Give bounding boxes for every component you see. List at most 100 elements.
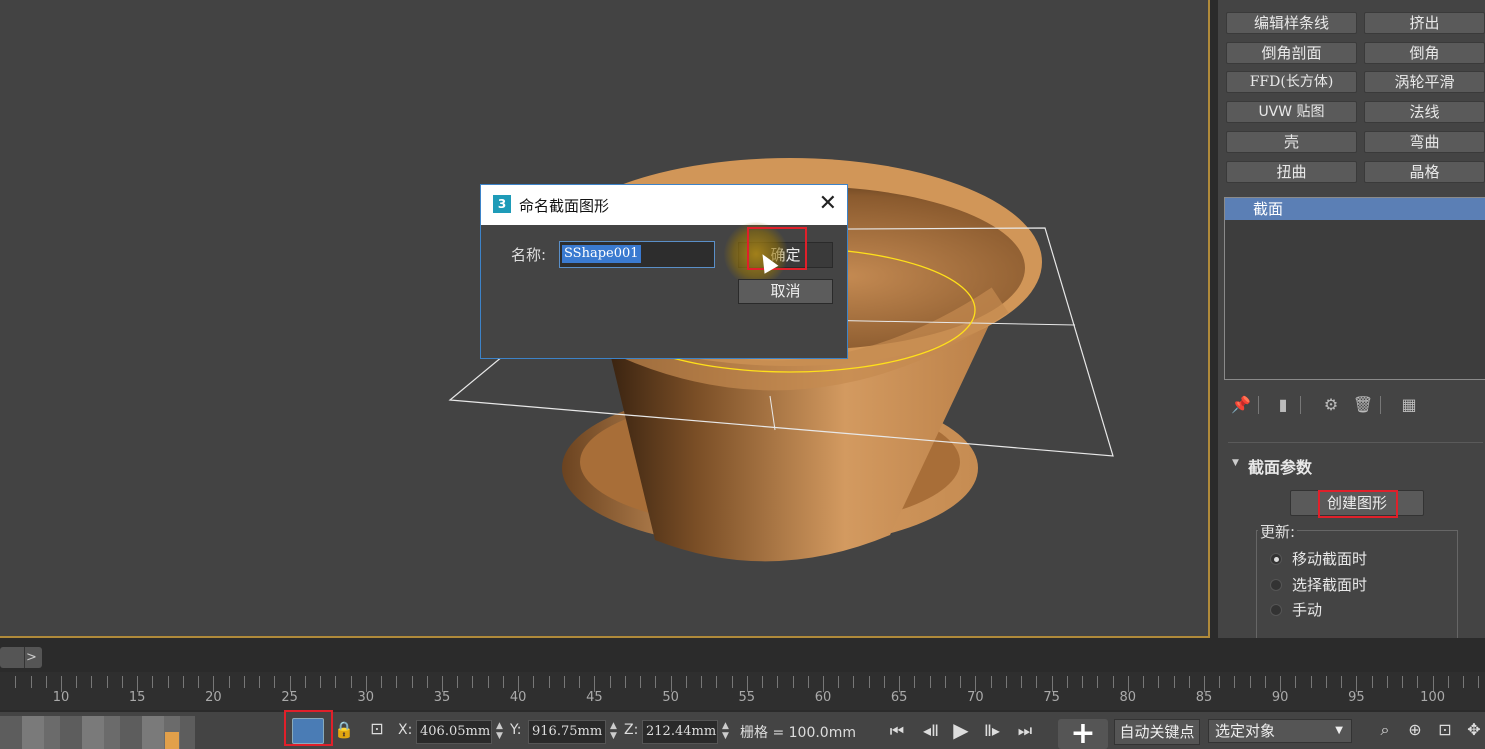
- radio-dot-selected[interactable]: [1270, 553, 1282, 565]
- play-icon[interactable]: ▶: [950, 718, 972, 742]
- timeline-tick: [106, 676, 108, 688]
- zoom-all-icon[interactable]: ⊕: [1404, 720, 1426, 739]
- timeline-tick: [91, 676, 93, 688]
- lock-icon[interactable]: 🔒: [334, 720, 354, 739]
- modifier-bevel-button[interactable]: 倒角: [1364, 42, 1485, 64]
- timeline-tick: [777, 676, 779, 688]
- timeline-tick-label: 60: [814, 690, 832, 705]
- timeline-tick: [411, 676, 413, 688]
- modifier-bend-button[interactable]: 弯曲: [1364, 131, 1485, 153]
- modifier-twist-button[interactable]: 扭曲: [1226, 161, 1357, 183]
- name-input[interactable]: SShape001: [559, 241, 715, 268]
- name-input-value[interactable]: SShape001: [562, 245, 641, 263]
- timeline-tick: [929, 676, 931, 688]
- time-slider-button[interactable]: >: [0, 647, 42, 668]
- zoom-icon[interactable]: ⌕: [1374, 720, 1396, 740]
- timeline-tick: [1402, 676, 1404, 688]
- timeline-tick-label: 25: [281, 690, 298, 705]
- timeline-tick: [807, 676, 809, 688]
- dialog-titlebar[interactable]: 3 命名截面图形 ✕: [481, 185, 847, 225]
- timeline-tick: [426, 676, 428, 688]
- pan-icon[interactable]: ✥: [1464, 720, 1484, 739]
- timeline-tick: [335, 676, 337, 688]
- timeline-tick-label: 15: [128, 690, 146, 705]
- radio-select-section[interactable]: 选择截面时: [1270, 574, 1367, 595]
- app-window: 3 命名截面图形 ✕ 名称: SShape001 确定 取消 编辑样条线 挤出 …: [0, 0, 1485, 749]
- modifier-extrude-button[interactable]: 挤出: [1364, 12, 1485, 34]
- auto-key-button[interactable]: 自动关键点: [1114, 719, 1200, 745]
- timeline-tick: [701, 676, 703, 688]
- timeline-tick: [1082, 676, 1084, 688]
- grid-size-text: 栅格 = 100.0mm: [740, 725, 856, 741]
- stack-item-section[interactable]: 截面: [1225, 198, 1485, 220]
- timeline-tick-label: 95: [1348, 690, 1365, 705]
- modifier-ffd-box-button[interactable]: FFD(长方体): [1226, 71, 1357, 93]
- radio-manual[interactable]: 手动: [1270, 599, 1322, 620]
- timeline-tick: [1036, 676, 1038, 688]
- cancel-button[interactable]: 取消: [738, 279, 833, 304]
- y-coordinate-field[interactable]: 916.75mm: [528, 720, 606, 744]
- modifier-edit-spline-button[interactable]: 编辑样条线: [1226, 12, 1357, 34]
- timeline-tick: [624, 676, 626, 688]
- timeline-tick-label: 35: [433, 690, 451, 705]
- timeline-tick: [1310, 676, 1312, 688]
- remove-modifier-icon[interactable]: 🗑: [1352, 394, 1374, 416]
- timeline-tick: [30, 676, 32, 688]
- timeline-tick: [1325, 676, 1327, 688]
- timeline-tick: [563, 676, 565, 688]
- add-key-icon[interactable]: +: [1058, 719, 1108, 749]
- timeline-tick-label: 50: [662, 690, 679, 705]
- chevron-right-icon[interactable]: >: [24, 647, 38, 668]
- pin-icon[interactable]: 📌: [1230, 394, 1252, 416]
- close-icon[interactable]: ✕: [819, 191, 837, 216]
- timeline-tick: [655, 676, 657, 688]
- timeline-tick: [167, 676, 169, 688]
- timeline-tick: [1417, 676, 1419, 688]
- absolute-mode-icon[interactable]: ⊡: [366, 719, 388, 738]
- y-label: Y:: [510, 722, 522, 738]
- dropdown-value: 选定对象: [1215, 722, 1276, 740]
- modifier-shell-button[interactable]: 壳: [1226, 131, 1357, 153]
- modifier-lattice-button[interactable]: 晶格: [1364, 161, 1485, 183]
- perspective-viewport[interactable]: 3 命名截面图形 ✕ 名称: SShape001 确定 取消: [0, 0, 1210, 638]
- z-spinner[interactable]: ▲ ▼: [722, 721, 729, 741]
- z-coordinate-field[interactable]: 212.44mm: [642, 720, 718, 744]
- timeline-tick: [792, 676, 794, 688]
- timeline-tick: [914, 676, 916, 688]
- modifier-uvw-map-button[interactable]: UVW 贴图: [1226, 101, 1357, 123]
- zoom-extents-icon[interactable]: ⊡: [1434, 720, 1456, 739]
- modifier-bevel-profile-button[interactable]: 倒角剖面: [1226, 42, 1357, 64]
- rollout-section-params[interactable]: 截面参数: [1230, 454, 1312, 478]
- make-unique-icon[interactable]: ⚙: [1320, 394, 1342, 416]
- next-frame-icon[interactable]: Ⅱ▸: [980, 721, 1004, 740]
- x-coordinate-field[interactable]: 406.05mm: [416, 720, 492, 744]
- configure-icon[interactable]: ▦: [1398, 394, 1420, 416]
- timeline-tick-label: 20: [205, 690, 222, 705]
- radio-dot[interactable]: [1270, 579, 1282, 591]
- show-end-result-icon[interactable]: ▮: [1272, 394, 1294, 416]
- name-section-shape-dialog: 3 命名截面图形 ✕ 名称: SShape001 确定 取消: [480, 184, 848, 359]
- chevron-down-icon: ▼: [1335, 725, 1343, 736]
- previous-frame-icon[interactable]: ◂Ⅱ: [920, 721, 942, 740]
- x-spinner[interactable]: ▲ ▼: [496, 721, 503, 741]
- modifier-turbosmooth-button[interactable]: 涡轮平滑: [1364, 71, 1485, 93]
- timeline-tick: [76, 676, 78, 688]
- y-spinner[interactable]: ▲ ▼: [610, 721, 617, 741]
- timeline-tick: [1386, 676, 1388, 688]
- time-slider-bar[interactable]: [0, 646, 1485, 670]
- timeline-tick: [15, 676, 17, 688]
- app-logo-icon: 3: [493, 195, 511, 213]
- timeline-tick: [731, 676, 733, 688]
- modifier-normal-button[interactable]: 法线: [1364, 101, 1485, 123]
- radio-dot[interactable]: [1270, 604, 1282, 616]
- timeline-tick: [487, 676, 489, 688]
- timeline-tick: [1143, 676, 1145, 688]
- timeline-tick-label: 65: [890, 690, 908, 705]
- radio-move-section[interactable]: 移动截面时: [1270, 548, 1367, 569]
- go-to-start-icon[interactable]: ⏮: [886, 721, 908, 741]
- timeline-ruler[interactable]: 10 15 20 25 30 35 40 45 50 55 60 65 70 75 80 85 90 95 100: [0, 672, 1485, 710]
- timeline-tick: [716, 676, 718, 688]
- key-filter-dropdown[interactable]: 选定对象 ▼: [1208, 719, 1352, 743]
- go-to-end-icon[interactable]: ⏭: [1014, 721, 1036, 741]
- timeline-tick-label: 80: [1119, 690, 1137, 705]
